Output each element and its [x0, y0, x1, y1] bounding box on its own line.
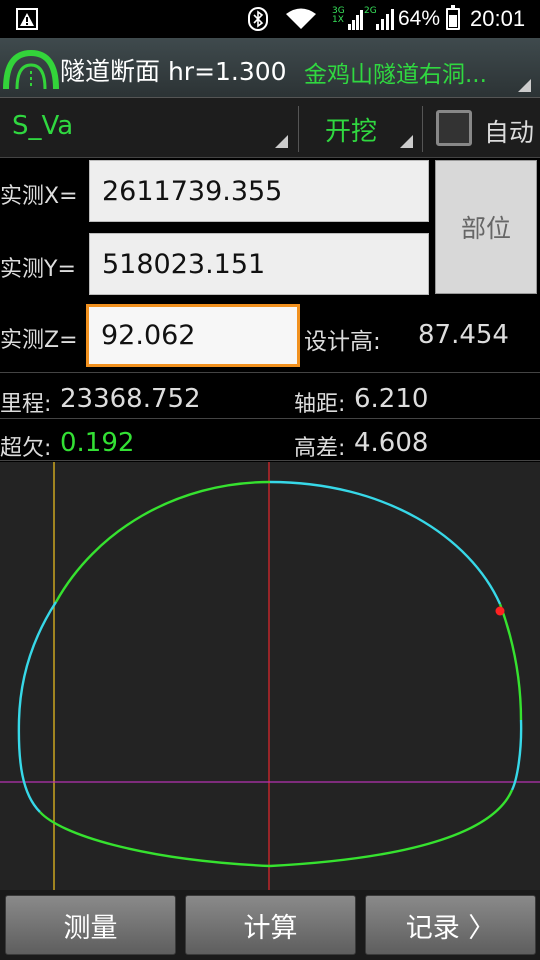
status-bar: 3G 1X 2G 64% 20:01: [0, 0, 540, 38]
auto-checkbox[interactable]: [436, 110, 472, 146]
dropdown-corner-icon: [400, 135, 413, 148]
bluetooth-icon: [248, 7, 268, 31]
mileage-label: 里程:: [0, 392, 52, 417]
page-title: 隧道断面 hr=1.300: [60, 57, 287, 86]
measured-x-label: 实测X=: [0, 184, 78, 209]
profile-wall-right-upper: [498, 603, 523, 721]
clock: 20:01: [470, 6, 526, 31]
design-height-value: 87.454: [418, 320, 509, 350]
mode-spinner[interactable]: 开挖: [299, 98, 421, 158]
profile-crown-left: [54, 480, 271, 603]
mode-value: 开挖: [325, 117, 378, 147]
record-button[interactable]: 记录 〉: [365, 895, 536, 955]
auto-checkbox-label: 自动: [484, 118, 535, 147]
signal-strength-2-icon: [376, 9, 394, 30]
signal-strength-icon: [348, 10, 363, 30]
over-under-label: 超欠:: [0, 436, 52, 461]
network-type-label: 3G 1X: [332, 6, 345, 25]
project-selector[interactable]: 金鸡山隧道右洞...: [304, 55, 526, 89]
part-button[interactable]: 部位: [435, 160, 537, 294]
profile-wall-right-lower: [510, 719, 523, 791]
axis-distance-value: 6.210: [354, 384, 429, 414]
profile-wall-left-lower: [17, 719, 41, 813]
measured-y-input[interactable]: 518023.151: [89, 233, 429, 295]
dropdown-corner-icon: [518, 79, 531, 92]
measure-button[interactable]: 测量: [5, 895, 176, 955]
height-diff-label: 高差:: [294, 436, 346, 461]
measured-y-label: 实测Y=: [0, 257, 76, 282]
mileage-value: 23368.752: [60, 384, 201, 414]
axis-distance-label: 轴距:: [294, 392, 346, 417]
profile-invert-left: [39, 811, 271, 868]
section-type-value: S_Va: [12, 111, 74, 141]
wifi-icon: [286, 8, 316, 29]
battery-icon: [446, 5, 460, 30]
tunnel-section-plot[interactable]: [0, 462, 540, 890]
measured-z-input[interactable]: 92.062: [86, 304, 300, 367]
tunnel-logo-icon: [3, 49, 59, 90]
measured-x-input[interactable]: 2611739.355: [89, 160, 429, 222]
measured-point-marker: [495, 606, 505, 616]
selector-row: S_Va 开挖 自动: [0, 98, 540, 158]
warning-notification-icon: [16, 8, 38, 30]
compute-button[interactable]: 计算: [185, 895, 356, 955]
profile-invert-right: [269, 789, 514, 868]
profile-wall-left-upper: [17, 601, 58, 721]
section-type-spinner[interactable]: S_Va: [0, 98, 298, 158]
design-height-label: 设计高:: [304, 329, 381, 355]
profile-crown-right: [269, 480, 502, 605]
title-bar: 隧道断面 hr=1.300 金鸡山隧道右洞...: [0, 38, 540, 98]
bottom-toolbar: 测量 计算 记录 〉: [0, 890, 540, 960]
over-under-value: 0.192: [60, 428, 135, 458]
measured-z-label: 实测Z=: [0, 328, 78, 353]
height-diff-value: 4.608: [354, 428, 429, 458]
network-type-2-label: 2G: [364, 6, 377, 16]
dropdown-corner-icon: [275, 135, 288, 148]
battery-percent: 64%: [398, 7, 441, 30]
